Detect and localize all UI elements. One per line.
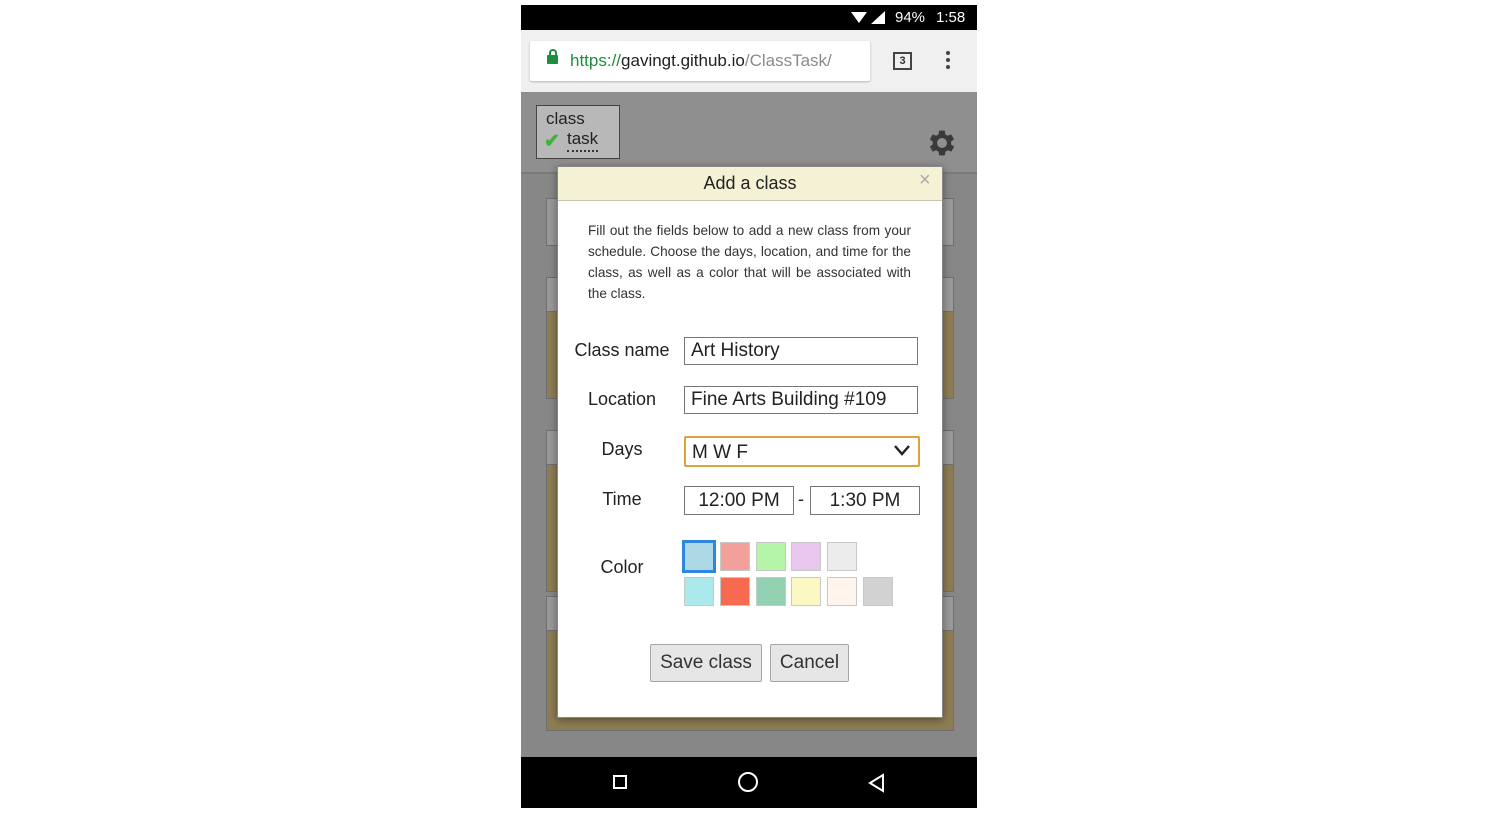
menu-icon[interactable] <box>946 51 950 72</box>
lock-icon <box>547 49 558 64</box>
modal-description: Fill out the fields below to add a new c… <box>588 223 911 301</box>
location-input[interactable] <box>684 386 918 414</box>
tabs-icon[interactable]: 3 <box>893 52 912 70</box>
app-logo: class ✔ task <box>536 105 620 159</box>
color-swatch[interactable] <box>791 542 822 571</box>
checkmark-icon: ✔ <box>544 131 560 152</box>
nav-back-icon[interactable] <box>867 773 887 793</box>
start-time-input[interactable]: 12:00 PM <box>684 486 794 515</box>
address-bar[interactable]: https://gavingt.github.io/ClassTask/ <box>530 41 870 81</box>
system-nav-bar <box>521 757 977 808</box>
wifi-icon <box>851 12 867 23</box>
days-select[interactable]: M W F <box>684 436 920 467</box>
class-name-label: Class name <box>574 340 670 360</box>
class-name-input[interactable] <box>684 337 918 365</box>
color-swatch[interactable] <box>719 577 750 606</box>
color-swatch[interactable] <box>863 577 893 606</box>
nav-square-icon[interactable] <box>613 775 627 789</box>
url-text[interactable]: https://gavingt.github.io/ClassTask/ <box>570 51 832 71</box>
color-swatch[interactable] <box>719 542 750 571</box>
battery-level: 94% <box>895 9 926 26</box>
browser-toolbar: https://gavingt.github.io/ClassTask/ 3 <box>521 30 977 92</box>
end-time-input[interactable]: 1:30 PM <box>810 486 920 515</box>
days-value: M W F <box>692 442 748 463</box>
time-label: Time <box>602 489 642 509</box>
color-swatch[interactable] <box>827 542 858 571</box>
app-header: class ✔ task <box>521 92 977 174</box>
logo-text-task: task <box>567 129 599 152</box>
color-swatch[interactable] <box>684 577 714 606</box>
color-swatch[interactable] <box>827 577 858 606</box>
status-time: 1:58 <box>936 9 966 26</box>
nav-circle-icon[interactable] <box>738 772 758 792</box>
save-class-button[interactable]: Save class <box>650 644 762 682</box>
days-label: Days <box>601 439 643 459</box>
url-host: gavingt.github.io <box>621 51 745 70</box>
add-class-modal: Add a class × Fill out the fields below … <box>557 166 943 718</box>
color-swatch[interactable] <box>755 577 786 606</box>
color-label: Color <box>600 557 644 577</box>
status-bar: 94% 1:58 <box>521 5 977 30</box>
modal-title: Add a class <box>703 173 797 193</box>
url-path: /ClassTask/ <box>744 51 832 70</box>
url-scheme: https:// <box>570 51 622 70</box>
color-swatch[interactable] <box>755 542 786 571</box>
logo-text-class: class <box>546 109 585 128</box>
close-icon[interactable]: × <box>919 169 931 192</box>
location-label: Location <box>587 389 657 409</box>
chevron-down-icon <box>894 445 910 456</box>
time-separator: - <box>798 489 804 509</box>
signal-icon <box>871 11 885 24</box>
cancel-button[interactable]: Cancel <box>770 644 849 682</box>
color-swatch[interactable] <box>682 540 716 573</box>
gear-icon[interactable] <box>925 126 959 160</box>
color-swatch[interactable] <box>791 577 822 606</box>
phone-screen: 94% 1:58 https://gavingt.github.io/Class… <box>521 5 977 808</box>
modal-header: Add a class × <box>558 167 942 201</box>
